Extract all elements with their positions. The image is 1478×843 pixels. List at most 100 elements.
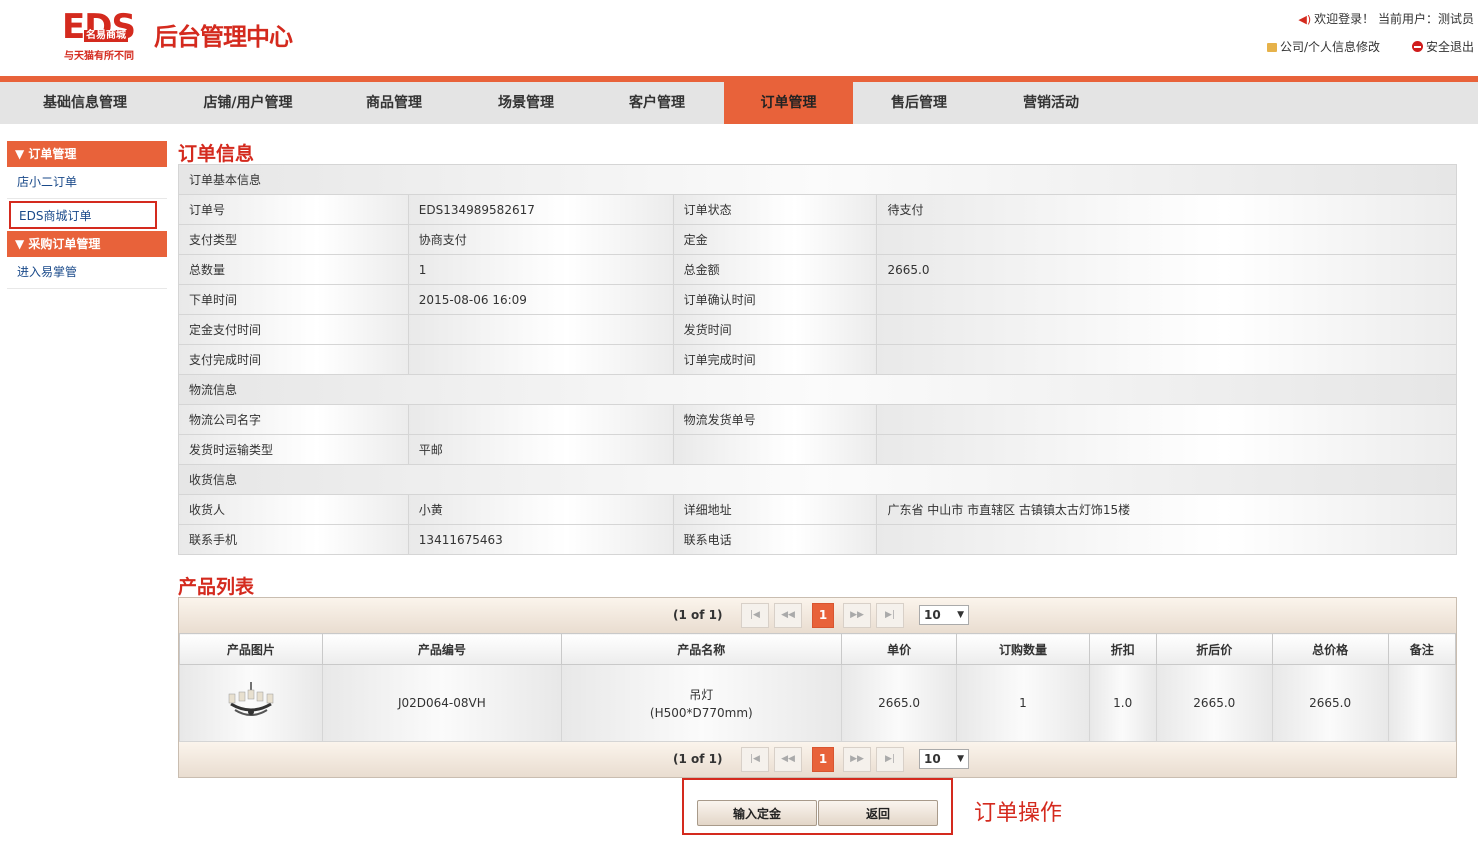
- paid-time: [407, 344, 674, 375]
- next-page-icon[interactable]: ▶▶: [843, 747, 871, 772]
- page-size-select[interactable]: 10 ▼: [919, 749, 969, 769]
- prev-page-icon[interactable]: ◀◀: [774, 603, 802, 628]
- order-actions: 输入定金 返回: [682, 778, 953, 835]
- nav-item-shop-user[interactable]: 店铺/用户管理: [170, 82, 326, 124]
- dropdown-arrow-icon: ▼: [957, 754, 964, 764]
- total-amount: 2665.0: [876, 254, 1457, 285]
- field-label: 定金支付时间: [178, 314, 409, 345]
- logout-link[interactable]: 安全退出: [1411, 40, 1474, 54]
- column-header: 备注: [1387, 633, 1457, 665]
- receiver-address: 广东省 中山市 市直辖区 古镇镇太古灯饰15楼: [876, 494, 1457, 525]
- empty-cell: [876, 434, 1457, 465]
- column-header: 产品名称: [560, 633, 842, 665]
- deposit-time: [407, 314, 674, 345]
- input-deposit-button[interactable]: 输入定金: [697, 800, 817, 826]
- site-title: 后台管理中心: [154, 23, 293, 51]
- order-number: EDS134989582617: [407, 194, 674, 225]
- field-label: 总金额: [672, 254, 878, 285]
- field-label: 发货时运输类型: [178, 434, 409, 465]
- payment-type: 协商支付: [407, 224, 674, 255]
- last-page-icon[interactable]: ▶|: [876, 747, 904, 772]
- column-header: 订购数量: [956, 633, 1090, 665]
- page-size-value: 10: [924, 608, 941, 622]
- sidebar-item-yizhangguan[interactable]: 进入易掌管: [7, 257, 167, 289]
- sidebar-group-orders[interactable]: ▼ 订单管理: [7, 141, 167, 167]
- prev-page-icon[interactable]: ◀◀: [774, 747, 802, 772]
- nav-item-customers[interactable]: 客户管理: [590, 82, 724, 124]
- page-size-select[interactable]: 10 ▼: [919, 605, 969, 625]
- unit-price: 2665.0: [840, 664, 958, 742]
- logout-icon: [1411, 41, 1423, 52]
- total-quantity: 1: [407, 254, 674, 285]
- field-label: 收货人: [178, 494, 409, 525]
- profile-link[interactable]: 公司/个人信息修改: [1266, 40, 1380, 54]
- next-page-icon[interactable]: ▶▶: [843, 603, 871, 628]
- done-time: [876, 344, 1457, 375]
- field-label: 订单状态: [672, 194, 878, 225]
- ship-time: [876, 314, 1457, 345]
- page-number[interactable]: 1: [812, 603, 834, 628]
- dropdown-arrow-icon: ▼: [957, 610, 964, 620]
- nav-item-after-sales[interactable]: 售后管理: [853, 82, 985, 124]
- nav-item-orders[interactable]: 订单管理: [724, 82, 853, 124]
- nav-item-marketing[interactable]: 营销活动: [985, 82, 1117, 124]
- field-label: 物流发货单号: [672, 404, 878, 435]
- confirm-time: [876, 284, 1457, 315]
- column-header: 折后价: [1155, 633, 1273, 665]
- nav-item-scenes[interactable]: 场景管理: [462, 82, 590, 124]
- product-name-cell: 吊灯 (H500*D770mm): [560, 664, 842, 742]
- carrier-name: [407, 404, 674, 435]
- pager-bottom: (1 of 1) |◀ ◀◀ 1 ▶▶ ▶| 10 ▼: [179, 742, 1456, 777]
- field-label: 订单确认时间: [672, 284, 878, 315]
- product-name: 吊灯: [689, 688, 714, 702]
- empty-cell: [672, 434, 878, 465]
- logo-slogan: 与天猫有所不同: [64, 51, 134, 62]
- sidebar-item-xiaoer-orders[interactable]: 店小二订单: [7, 167, 167, 199]
- order-info-title: 订单信息: [178, 143, 255, 165]
- field-label: 下单时间: [178, 284, 409, 315]
- sidebar-group-purchase[interactable]: ▼ 采购订单管理: [7, 231, 167, 257]
- header: EDS 名易商城 与天猫有所不同 后台管理中心 ◀) 欢迎登录！ 当前用户：测试员…: [0, 0, 1478, 76]
- field-label: 订单号: [178, 194, 409, 225]
- first-page-icon[interactable]: |◀: [741, 747, 769, 772]
- nav-item-basic-info[interactable]: 基础信息管理: [0, 82, 170, 124]
- field-label: 物流公司名字: [178, 404, 409, 435]
- order-operations-annotation: 订单操作: [974, 801, 1063, 826]
- field-label: 订单完成时间: [672, 344, 878, 375]
- back-button[interactable]: 返回: [818, 800, 938, 826]
- total-price: 2665.0: [1271, 664, 1389, 742]
- product-code: J02D064-08VH: [321, 664, 562, 742]
- order-quantity: 1: [956, 664, 1090, 742]
- receiver-phone: [876, 524, 1457, 555]
- speaker-icon: ◀): [1298, 13, 1312, 26]
- receiver-mobile: 13411675463: [407, 524, 674, 555]
- product-spec: (H500*D770mm): [649, 706, 753, 720]
- field-label: 联系电话: [672, 524, 878, 555]
- column-header: 总价格: [1271, 633, 1389, 665]
- receiver-name: 小黄: [407, 494, 674, 525]
- product-table: 产品图片 产品编号 产品名称 单价 订购数量 折扣 折后价 总价格 备注 J02…: [179, 633, 1457, 742]
- nav-item-products[interactable]: 商品管理: [326, 82, 462, 124]
- sidebar: ▼ 订单管理 店小二订单 EDS商城订单 ▼ 采购订单管理 进入易掌管: [7, 141, 167, 289]
- eds-logo[interactable]: EDS 名易商城 与天猫有所不同: [62, 10, 152, 62]
- first-page-icon[interactable]: |◀: [741, 603, 769, 628]
- logout-link-label: 安全退出: [1425, 40, 1474, 54]
- order-time: 2015-08-06 16:09: [407, 284, 674, 315]
- product-list-panel: (1 of 1) |◀ ◀◀ 1 ▶▶ ▶| 10 ▼ 产品图片 产品编号 产品名…: [178, 597, 1457, 778]
- last-page-icon[interactable]: ▶|: [876, 603, 904, 628]
- chandelier-icon[interactable]: [225, 681, 277, 722]
- page-number[interactable]: 1: [812, 747, 834, 772]
- tracking-number: [876, 404, 1457, 435]
- deposit-value: [876, 224, 1457, 255]
- field-label: 总数量: [178, 254, 409, 285]
- receiver-section: 收货信息: [178, 464, 1457, 495]
- ship-type: 平邮: [407, 434, 674, 465]
- sidebar-item-eds-orders[interactable]: EDS商城订单: [9, 201, 157, 229]
- discount: 1.0: [1088, 664, 1157, 742]
- basic-info-section: 订单基本信息: [178, 164, 1457, 195]
- welcome-text: ◀) 欢迎登录！ 当前用户：测试员: [1298, 10, 1474, 27]
- field-label: 详细地址: [672, 494, 878, 525]
- page-info: (1 of 1): [673, 608, 723, 622]
- order-status: 待支付: [876, 194, 1457, 225]
- product-list-title: 产品列表: [178, 576, 255, 598]
